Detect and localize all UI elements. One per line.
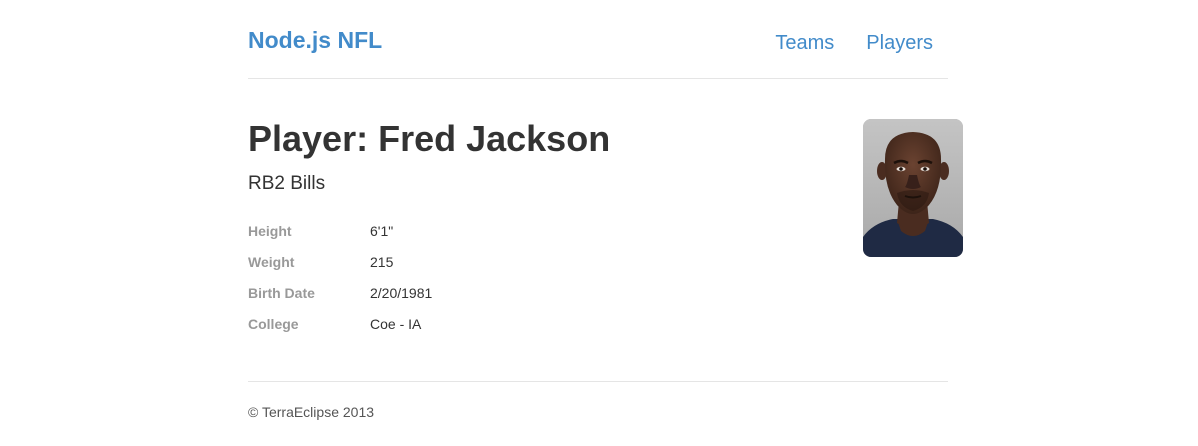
site-header: Node.js NFL Teams Players — [248, 0, 948, 79]
nav-item-players[interactable]: Players — [866, 30, 933, 56]
detail-value: 6'1" — [370, 222, 394, 239]
detail-value: 2/20/1981 — [370, 284, 433, 301]
main-nav: Teams Players — [743, 30, 933, 56]
page-title: Player: Fred Jackson — [248, 118, 611, 159]
detail-label: College — [248, 315, 299, 332]
copyright-text: © TerraEclipse 2013 — [248, 404, 375, 420]
player-position-team: RB2 Bills — [248, 173, 326, 194]
detail-value: Coe - IA — [370, 315, 422, 332]
detail-label: Height — [248, 222, 292, 239]
detail-row-weight: Weight 215 — [248, 246, 432, 277]
nav-item-teams[interactable]: Teams — [775, 30, 834, 56]
detail-row-birth-date: Birth Date 2/20/1981 — [248, 277, 432, 308]
detail-row-height: Height 6'1" — [248, 215, 432, 246]
player-content: Player: Fred Jackson RB2 Bills Height 6'… — [248, 78, 963, 381]
site-footer: © TerraEclipse 2013 — [248, 381, 948, 421]
page: Node.js NFL Teams Players Player: Fred J… — [0, 0, 1198, 446]
player-details-table: Height 6'1" Weight 215 Birth Date 2/20/1… — [248, 215, 432, 339]
brand-link[interactable]: Node.js NFL — [248, 26, 382, 54]
detail-value: 215 — [370, 253, 394, 270]
detail-label: Birth Date — [248, 284, 315, 301]
player-photo — [863, 119, 963, 257]
player-headshot-icon — [863, 119, 963, 257]
detail-label: Weight — [248, 253, 295, 270]
detail-row-college: College Coe - IA — [248, 308, 432, 339]
